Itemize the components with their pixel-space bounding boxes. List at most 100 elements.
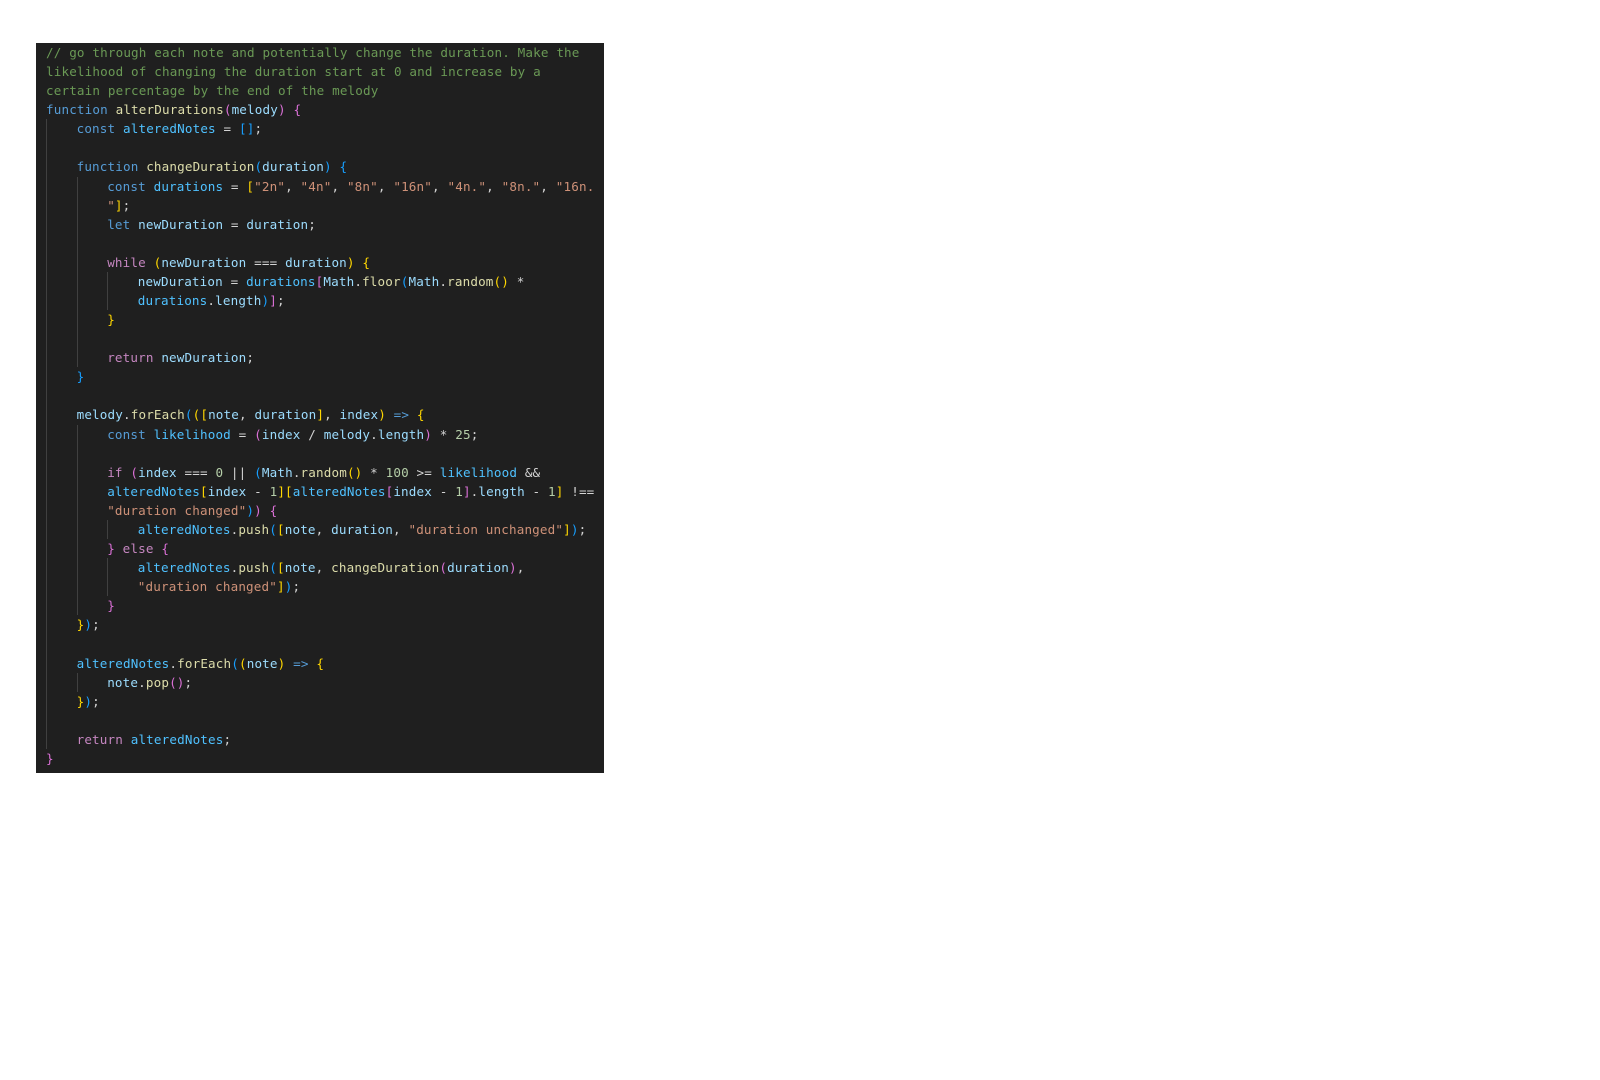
code-line[interactable]: }); (46, 691, 596, 711)
code-token: = (223, 216, 247, 232)
code-line[interactable]: while (newDuration === duration) { (46, 252, 596, 272)
code-line[interactable]: // go through each note and potentially … (46, 43, 596, 62)
code-token: duration (285, 254, 347, 270)
code-line[interactable]: } (46, 749, 596, 768)
code-token: [ (246, 178, 255, 194)
indent-guide (46, 596, 47, 616)
code-line[interactable]: note.pop(); (46, 672, 596, 692)
code-line[interactable]: likelihood of changing the duration star… (46, 62, 596, 81)
indent-guide (46, 252, 47, 272)
code-line[interactable]: const durations = ["2n", "4n", "8n", "16… (46, 176, 596, 196)
code-token: 25 (455, 426, 471, 442)
code-token: ; (246, 350, 255, 366)
code-token: alteredNotes (292, 483, 386, 499)
code-token: ; (292, 579, 301, 595)
code-token: ) (346, 254, 355, 270)
code-line[interactable]: alteredNotes.push([note, duration, "dura… (46, 519, 596, 540)
code-line[interactable]: return newDuration; (46, 348, 596, 368)
code-token: function (76, 159, 147, 175)
code-line[interactable]: const likelihood = (index / melody.lengt… (46, 424, 596, 444)
code-token: ; (184, 674, 193, 690)
code-token: else (122, 541, 162, 557)
code-line[interactable]: }); (46, 615, 596, 635)
code-token: , (315, 521, 332, 537)
code-line[interactable] (46, 710, 596, 730)
code-line[interactable]: alteredNotes.push([note, changeDuration(… (46, 558, 596, 578)
indent-guide (76, 291, 78, 311)
code-token: , (486, 178, 502, 194)
code-token: ) (324, 159, 332, 175)
code-token: ; (470, 426, 479, 442)
code-token: length (377, 426, 425, 442)
code-line[interactable] (46, 386, 596, 406)
code-line[interactable]: } (46, 596, 596, 616)
code-token: melody (231, 102, 278, 118)
code-line[interactable]: let newDuration = duration; (46, 214, 596, 234)
indent-guide (46, 577, 47, 597)
indent-guide (46, 729, 47, 749)
code-editor[interactable]: // go through each note and potentially … (36, 43, 604, 773)
code-line[interactable]: } (46, 367, 596, 387)
code-line[interactable]: "duration changed"]); (46, 577, 596, 597)
code-line[interactable]: "]; (46, 195, 596, 215)
code-token: , (540, 178, 556, 194)
code-token: { (339, 159, 348, 175)
indent-guide (76, 214, 78, 234)
code-token: >= (408, 464, 440, 480)
indent-guide (76, 539, 78, 559)
code-line[interactable]: alteredNotes.forEach((note) => { (46, 653, 596, 673)
code-line[interactable]: function changeDuration(duration) { (46, 157, 596, 177)
code-line[interactable]: function alterDurations(melody) { (46, 100, 596, 119)
code-token: ( (254, 426, 262, 442)
code-token: duration (331, 521, 393, 537)
indent-guide (76, 443, 78, 463)
indent-guide (46, 329, 47, 349)
code-line[interactable]: return alteredNotes; (46, 729, 596, 749)
code-token: - (524, 483, 549, 499)
code-token: ] (563, 521, 571, 537)
code-line[interactable]: durations.length)]; (46, 291, 596, 311)
code-block[interactable]: // go through each note and potentially … (46, 43, 596, 768)
indent-guide (76, 462, 78, 482)
code-token: certain percentage by the end of the mel… (46, 83, 379, 99)
code-line[interactable]: } else { (46, 539, 596, 559)
code-line[interactable]: const alteredNotes = []; (46, 119, 596, 139)
code-token: . (138, 674, 146, 690)
code-token: - (432, 483, 456, 499)
code-token: "4n." (447, 178, 487, 194)
code-token: . (169, 655, 178, 671)
code-token: index (393, 483, 432, 499)
code-line[interactable] (46, 443, 596, 463)
code-line[interactable]: newDuration = durations[Math.floor(Math.… (46, 271, 596, 292)
code-token: duration (246, 216, 309, 232)
code-token: forEach (130, 407, 185, 423)
indent-guide (46, 386, 47, 406)
code-token: length (478, 483, 525, 499)
code-line[interactable]: alteredNotes[index - 1][alteredNotes[ind… (46, 481, 596, 501)
code-token: newDuration (138, 216, 224, 232)
code-token: durations (137, 293, 208, 309)
indent-guide (76, 195, 78, 215)
code-token: " (107, 197, 115, 213)
code-line[interactable]: certain percentage by the end of the mel… (46, 81, 596, 100)
indent-guide (46, 462, 47, 482)
indent-guide (76, 596, 78, 616)
code-token: 100 (385, 464, 409, 480)
code-line[interactable] (46, 138, 596, 158)
code-line[interactable]: } (46, 310, 596, 330)
code-token: random (300, 464, 347, 480)
code-line[interactable] (46, 233, 596, 253)
code-token: , (516, 560, 525, 576)
code-line[interactable] (46, 634, 596, 654)
code-line[interactable] (46, 329, 596, 349)
code-token: => (293, 655, 309, 671)
code-token: ] (462, 483, 471, 499)
code-token: "4n" (300, 178, 332, 194)
code-line[interactable]: if (index === 0 || (Math.random() * 100 … (46, 462, 596, 482)
code-token: if (107, 464, 131, 480)
code-token: ; (277, 293, 285, 309)
code-line[interactable]: melody.forEach(([note, duration], index)… (46, 405, 596, 425)
code-token: let (107, 216, 139, 232)
code-line[interactable]: "duration changed")) { (46, 500, 596, 520)
